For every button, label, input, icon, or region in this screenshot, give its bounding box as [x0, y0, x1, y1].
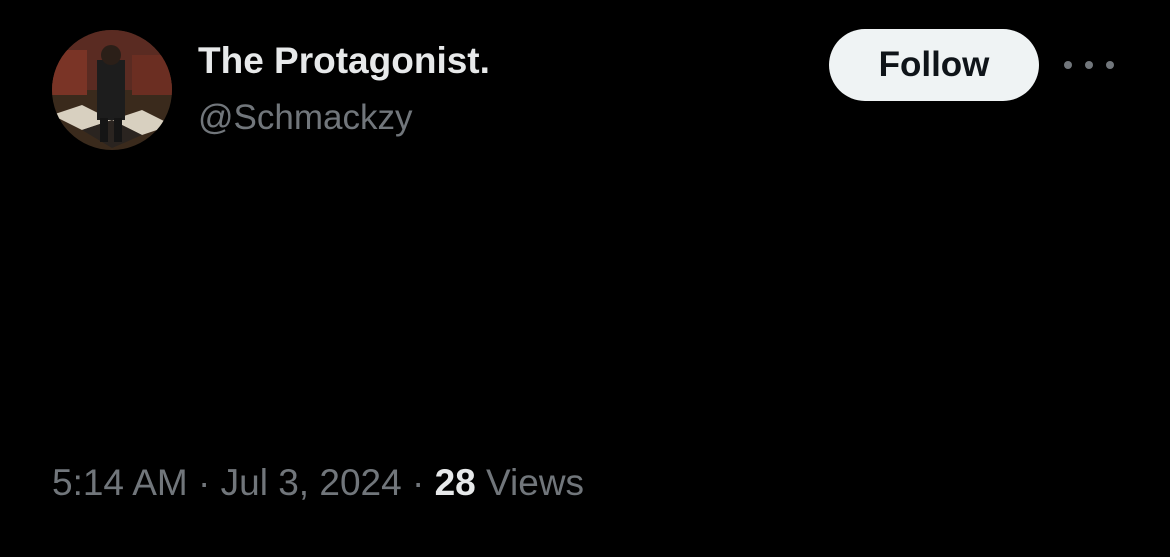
- dot: [1085, 61, 1093, 69]
- author-handle[interactable]: @Schmackzy: [198, 98, 412, 138]
- avatar-photo: [52, 30, 172, 150]
- avatar[interactable]: [52, 30, 172, 150]
- tweet-time[interactable]: 5:14 AM: [52, 462, 188, 503]
- dot: [1064, 61, 1072, 69]
- dot: [1106, 61, 1114, 69]
- follow-button[interactable]: Follow: [829, 29, 1039, 101]
- meta-separator: ·: [411, 462, 425, 503]
- tweet-date[interactable]: Jul 3, 2024: [221, 462, 402, 503]
- meta-separator: ·: [198, 462, 211, 503]
- tweet-text: [52, 200, 1122, 413]
- author-display-name[interactable]: The Protagonist.: [198, 40, 490, 82]
- more-options-icon[interactable]: [1064, 50, 1114, 80]
- tweet-meta: 5:14 AM · Jul 3, 2024 · 28 Views: [52, 462, 584, 504]
- views-count[interactable]: 28: [435, 462, 476, 503]
- views-label[interactable]: Views: [486, 462, 584, 503]
